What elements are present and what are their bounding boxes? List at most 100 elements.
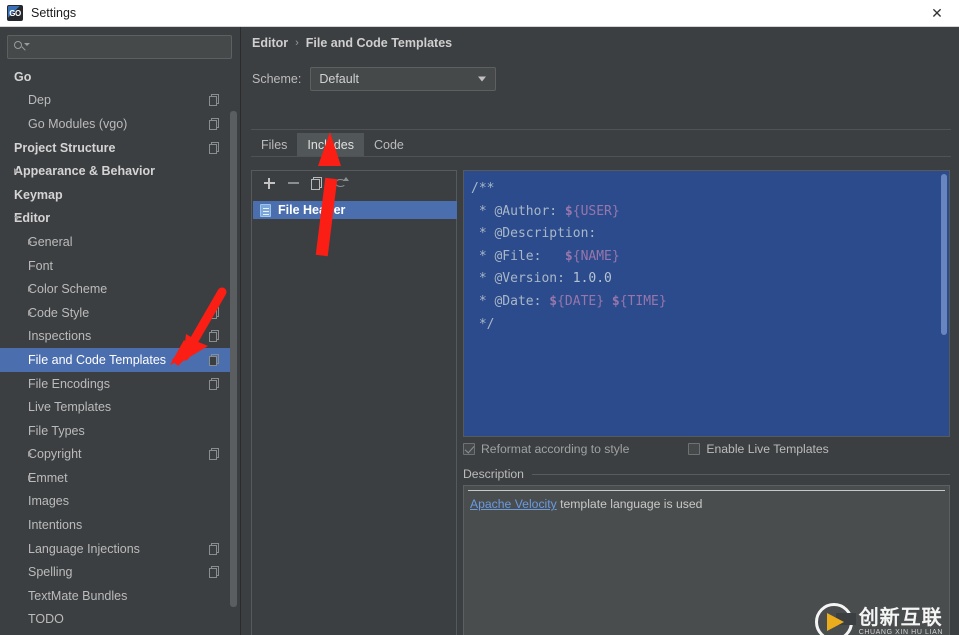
checkbox-box[interactable]: [463, 443, 475, 455]
tab-files[interactable]: Files: [251, 133, 297, 156]
copy-icon[interactable]: [308, 174, 326, 192]
plus-icon[interactable]: [260, 174, 278, 192]
minus-icon[interactable]: [284, 174, 302, 192]
copy-settings-icon[interactable]: [209, 94, 220, 107]
copy-settings-icon[interactable]: [209, 353, 220, 366]
sidebar-item-label: Emmet: [28, 470, 68, 485]
search-box[interactable]: [7, 35, 232, 59]
watermark: 创新互联 CHUANG XIN HU LIAN: [814, 603, 943, 635]
sidebar-item-dep[interactable]: Dep: [0, 89, 232, 113]
scheme-dropdown[interactable]: Default: [310, 67, 497, 91]
tab-includes[interactable]: Includes: [297, 133, 364, 156]
sidebar-item-images[interactable]: Images: [0, 490, 232, 514]
copy-settings-icon[interactable]: [209, 330, 220, 343]
code-line: * @Date: ${DATE} ${TIME}: [471, 293, 667, 309]
checkbox-label: Reformat according to style: [481, 442, 630, 456]
sidebar-item-label: Font: [28, 258, 54, 273]
copy-settings-icon[interactable]: [209, 542, 220, 555]
sidebar-item-file-types[interactable]: File Types: [0, 419, 232, 443]
copy-settings-icon[interactable]: [209, 306, 220, 319]
list-item[interactable]: File Header: [253, 201, 457, 219]
sidebar-item-inspections[interactable]: Inspections: [0, 325, 232, 349]
description-box: Apache Velocity template language is use…: [463, 485, 950, 635]
chevron-right-icon[interactable]: [28, 309, 32, 316]
code-line: /**: [471, 181, 495, 196]
sidebar-item-label: Appearance & Behavior: [14, 164, 156, 179]
template-code-editor[interactable]: /** * @Author: ${USER} * @Description: *…: [463, 170, 950, 437]
sidebar-item-label: General: [28, 234, 73, 249]
sidebar-item-general[interactable]: General: [0, 230, 232, 254]
goland-app-icon: GO: [7, 5, 23, 21]
template-tabs: Files Includes Code: [251, 133, 951, 157]
copy-settings-icon[interactable]: [209, 141, 220, 154]
sidebar-item-label: Live Templates: [28, 400, 112, 415]
copy-settings-icon[interactable]: [209, 117, 220, 130]
checkbox-box[interactable]: [688, 443, 701, 455]
sidebar-item-live-templates[interactable]: Live Templates: [0, 395, 232, 419]
code-line: * @Author: ${USER}: [471, 203, 620, 219]
description-legend-label: Description: [463, 467, 524, 481]
sidebar-item-appearance-behavior[interactable]: Appearance & Behavior: [0, 159, 232, 183]
sidebar-item-file-and-code-templates[interactable]: File and Code Templates: [0, 348, 232, 372]
sidebar-scrollbar-track[interactable]: [230, 67, 239, 635]
sidebar-item-label: Go: [14, 69, 32, 84]
description-text: Apache Velocity template language is use…: [470, 497, 702, 511]
sidebar-item-label: Language Injections: [28, 541, 140, 556]
sidebar-item-label: Images: [28, 494, 69, 509]
sidebar-item-file-encodings[interactable]: File Encodings: [0, 372, 232, 396]
sidebar-item-project-structure[interactable]: Project Structure: [0, 136, 232, 160]
reset-icon[interactable]: [332, 174, 350, 192]
chevron-down-icon[interactable]: [14, 216, 20, 221]
sidebar-item-label: TextMate Bundles: [28, 588, 128, 603]
chevron-right-icon[interactable]: [28, 451, 32, 458]
legend-rule: [531, 473, 950, 475]
sidebar-item-label: Copyright: [28, 447, 82, 462]
sidebar-scrollbar-thumb[interactable]: [230, 111, 237, 607]
window-title: Settings: [31, 6, 77, 20]
checkbox-label: Enable Live Templates: [706, 442, 829, 456]
sidebar-item-label: Spelling: [28, 565, 73, 580]
tab-code[interactable]: Code: [364, 133, 414, 156]
description-top-rule: [468, 490, 945, 491]
copy-settings-icon[interactable]: [209, 377, 220, 390]
sidebar-item-go-modules-vgo[interactable]: Go Modules (vgo): [0, 112, 232, 136]
code-line: * @File: ${NAME}: [471, 248, 620, 264]
checkbox-enable-live-templates[interactable]: Enable Live Templates: [688, 442, 829, 456]
chevron-right-icon[interactable]: [28, 286, 32, 293]
sidebar-item-todo[interactable]: TODO: [0, 608, 232, 632]
search-icon: [13, 39, 30, 55]
sidebar-item-copyright[interactable]: Copyright: [0, 443, 232, 467]
editor-scrollbar-thumb[interactable]: [941, 174, 947, 335]
chevron-right-icon[interactable]: [28, 474, 32, 481]
code-line: * @Version: 1.0.0: [471, 271, 612, 287]
sidebar-item-label: File Types: [28, 423, 85, 438]
watermark-logo-icon: [814, 603, 856, 635]
checkbox-reformat-according-to-style[interactable]: Reformat according to style: [463, 442, 629, 456]
sidebar-item-code-style[interactable]: Code Style: [0, 301, 232, 325]
chevron-right-icon[interactable]: [28, 238, 32, 245]
copy-settings-icon[interactable]: [209, 448, 220, 461]
sidebar-item-go[interactable]: Go: [0, 65, 232, 89]
breadcrumb-separator-icon: ›: [295, 37, 299, 49]
search-input[interactable]: [29, 40, 231, 54]
settings-dialog: GO Settings ✕ Go Dep Go Modules (vgo) Proje…: [0, 0, 959, 635]
sidebar-item-color-scheme[interactable]: Color Scheme: [0, 277, 232, 301]
sidebar-item-language-injections[interactable]: Language Injections: [0, 537, 232, 561]
sidebar-item-keymap[interactable]: Keymap: [0, 183, 232, 207]
breadcrumb-parent[interactable]: Editor: [252, 36, 288, 50]
chevron-right-icon[interactable]: [14, 168, 18, 175]
sidebar-item-emmet[interactable]: Emmet: [0, 466, 232, 490]
sidebar-item-editor[interactable]: Editor: [0, 207, 232, 231]
sidebar-item-spelling[interactable]: Spelling: [0, 560, 232, 584]
close-icon[interactable]: ✕: [915, 0, 959, 27]
copy-settings-icon[interactable]: [209, 566, 220, 579]
sidebar-item-textmate-bundles[interactable]: TextMate Bundles: [0, 584, 232, 608]
breadcrumb-current: File and Code Templates: [305, 36, 453, 50]
apache-velocity-link[interactable]: Apache Velocity: [470, 497, 557, 511]
watermark-cn-text: 创新互联: [858, 607, 943, 629]
editor-scrollbar-track[interactable]: [939, 171, 949, 436]
sidebar-item-intentions[interactable]: Intentions: [0, 513, 232, 537]
scheme-label: Scheme:: [252, 72, 302, 86]
template-code-text[interactable]: /** * @Author: ${USER} * @Description: *…: [464, 171, 949, 336]
sidebar-item-font[interactable]: Font: [0, 254, 232, 278]
